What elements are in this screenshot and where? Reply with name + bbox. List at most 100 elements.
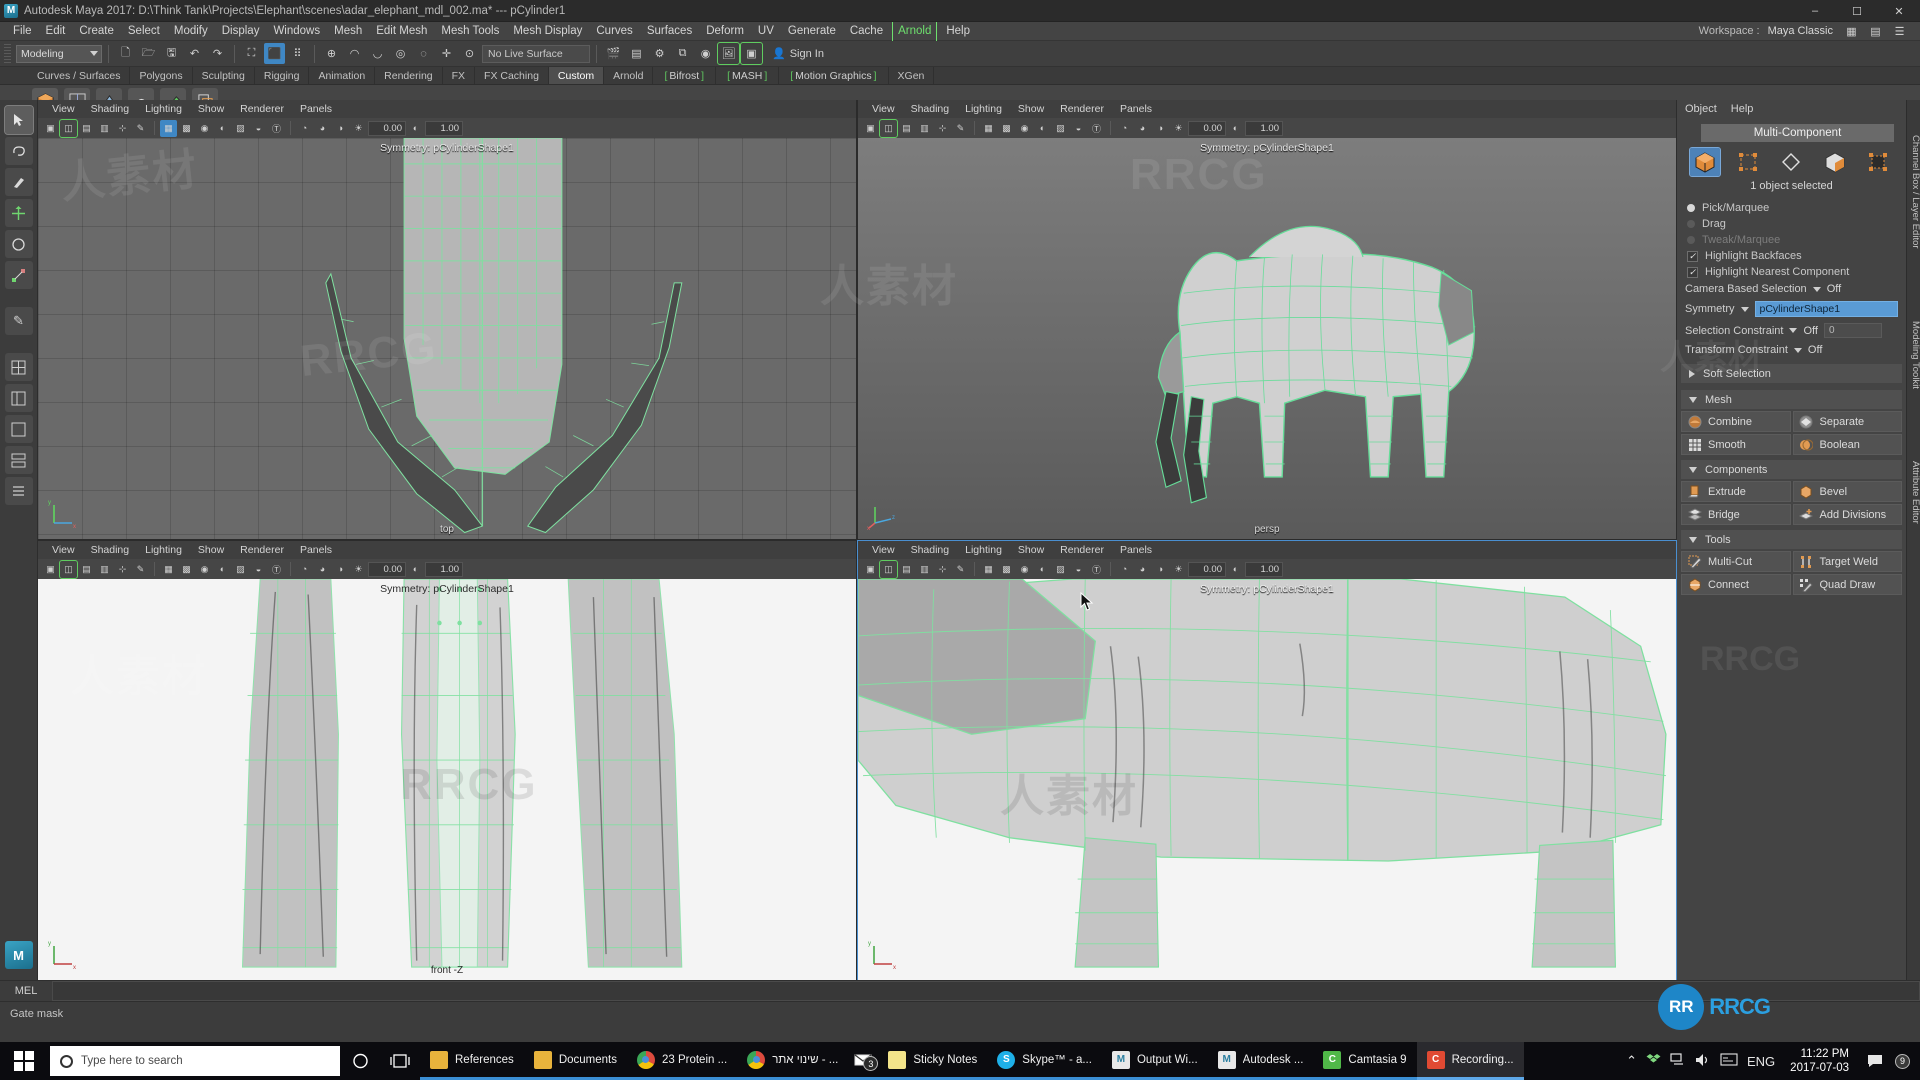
workspace-selector[interactable]: Workspace : Maya Classic ▦ ▤ ☰ <box>1699 21 1920 42</box>
shelf-tab-bifrost[interactable]: [ Bifrost ] <box>653 67 716 84</box>
shadows-icon[interactable]: ▨ <box>1052 120 1069 137</box>
tab-channel-box-layer-editor[interactable]: Channel Box / Layer Editor <box>1907 104 1920 279</box>
show-hidden-icons-icon[interactable]: ⌃ <box>1626 1053 1637 1069</box>
grease-pencil-icon[interactable]: ✎ <box>952 561 969 578</box>
viewport-front-canvas[interactable]: Symmetry: pCylinderShape1 front -Z y x <box>38 579 856 980</box>
motion-blur-icon[interactable]: Ⓣ <box>1088 120 1105 137</box>
taskbar-item-references[interactable]: References <box>420 1042 524 1080</box>
select-tool-icon[interactable] <box>5 106 33 134</box>
shelf-tab-rigging[interactable]: Rigging <box>255 67 310 84</box>
language-indicator[interactable]: ENG <box>1747 1054 1775 1069</box>
shelf-tab-fx-caching[interactable]: FX Caching <box>475 67 549 84</box>
vp-menu-renderer[interactable]: Renderer <box>1052 544 1112 556</box>
dropbox-icon[interactable] <box>1646 1052 1661 1070</box>
command-input[interactable] <box>52 981 1920 1001</box>
vp-menu-view[interactable]: View <box>864 103 903 115</box>
camera-based-selection-row[interactable]: Camera Based Selection Off <box>1677 280 1906 298</box>
gamma-field[interactable]: 1.00 <box>1245 562 1283 577</box>
xray-joints-icon[interactable]: ◕ <box>314 561 331 578</box>
smooth-shade-icon[interactable]: ▩ <box>178 561 195 578</box>
use-all-lights-icon[interactable]: ◐ <box>1034 561 1051 578</box>
object-mode-icon[interactable] <box>1690 148 1720 176</box>
taskbar-item-autodesk-maya[interactable]: M Autodesk ... <box>1208 1042 1314 1080</box>
xray-joints-icon[interactable]: ◕ <box>1134 561 1151 578</box>
taskbar-clock[interactable]: 11:22 PM 2017-07-03 <box>1784 1047 1855 1075</box>
vp-menu-lighting[interactable]: Lighting <box>957 103 1010 115</box>
menu-item-deform[interactable]: Deform <box>699 22 751 41</box>
screen-space-ao-icon[interactable]: ◒ <box>1070 561 1087 578</box>
menu-item-surfaces[interactable]: Surfaces <box>640 22 699 41</box>
vp-menu-panels[interactable]: Panels <box>292 103 340 115</box>
vp-menu-shading[interactable]: Shading <box>83 103 138 115</box>
lasso-select-icon[interactable] <box>5 137 33 165</box>
shadows-icon[interactable]: ▨ <box>232 120 249 137</box>
exposure-field[interactable]: 0.00 <box>1188 121 1226 136</box>
bookmarks-icon[interactable]: ▤ <box>78 120 95 137</box>
shelf-tab-mash[interactable]: [ MASH ] <box>716 67 779 84</box>
rotate-tool-icon[interactable] <box>5 230 33 258</box>
snap-to-pivot-icon[interactable]: ✛ <box>436 43 457 64</box>
use-all-lights-icon[interactable]: ◐ <box>214 561 231 578</box>
task-view-icon[interactable] <box>380 1042 420 1080</box>
shelf-tab-fx[interactable]: FX <box>443 67 475 84</box>
grease-pencil-icon[interactable]: ✎ <box>132 120 149 137</box>
keyboard-layout-icon[interactable] <box>1720 1053 1738 1069</box>
four-view-layout-icon[interactable] <box>5 353 33 381</box>
vp-menu-shading[interactable]: Shading <box>83 544 138 556</box>
boolean-button[interactable]: Boolean <box>1793 434 1903 455</box>
screen-space-ao-icon[interactable]: ◒ <box>250 120 267 137</box>
render-icon[interactable]: 🎬 <box>603 43 624 64</box>
xray-icon[interactable]: ◔ <box>296 120 313 137</box>
volume-icon[interactable] <box>1695 1053 1711 1070</box>
exposure-field[interactable]: 0.00 <box>368 562 406 577</box>
shadows-icon[interactable]: ▨ <box>1052 561 1069 578</box>
gamma-toggle-icon[interactable]: ◐ <box>407 120 424 137</box>
vp-menu-view[interactable]: View <box>44 544 83 556</box>
shelf-tab-curves-surfaces[interactable]: Curves / Surfaces <box>28 67 130 84</box>
persp-layout-icon[interactable] <box>5 415 33 443</box>
menu-item-windows[interactable]: Windows <box>266 22 327 41</box>
chevron-down-icon[interactable] <box>1741 307 1749 312</box>
radio-drag[interactable]: Drag <box>1677 216 1906 232</box>
taskbar-item-chrome-protein[interactable]: 23 Protein ... <box>627 1042 737 1080</box>
shelf-tab-rendering[interactable]: Rendering <box>375 67 442 84</box>
select-by-component-icon[interactable]: ⠿ <box>287 43 308 64</box>
chevron-down-icon[interactable] <box>1789 328 1797 333</box>
wireframe-icon[interactable]: ▦ <box>160 120 177 137</box>
xray-joints-icon[interactable]: ◕ <box>314 120 331 137</box>
cortana-icon[interactable] <box>340 1042 380 1080</box>
taskbar-search-input[interactable]: Type here to search <box>50 1046 340 1076</box>
taskbar-item-mail[interactable]: 3 <box>848 1042 878 1080</box>
gamma-field[interactable]: 1.00 <box>425 121 463 136</box>
gamma-toggle-icon[interactable]: ◐ <box>1227 561 1244 578</box>
image-plane-icon[interactable]: ▥ <box>96 561 113 578</box>
menu-item-mesh-display[interactable]: Mesh Display <box>506 22 589 41</box>
multi-cut-button[interactable]: Multi-Cut <box>1681 551 1791 572</box>
sign-in-button[interactable]: 👤 Sign In <box>772 47 828 60</box>
workspace-list-icon[interactable]: ▤ <box>1865 21 1886 42</box>
bookmarks-icon[interactable]: ▤ <box>78 561 95 578</box>
redo-icon[interactable]: ↷ <box>207 43 228 64</box>
bevel-button[interactable]: Bevel <box>1793 481 1903 502</box>
camera-attributes-icon[interactable]: ◫ <box>880 561 897 578</box>
menu-item-help[interactable]: Help <box>939 22 977 41</box>
mesh-section-header[interactable]: Mesh <box>1681 390 1902 409</box>
menu-item-uv[interactable]: UV <box>751 22 781 41</box>
tab-modeling-toolkit[interactable]: Modeling Toolkit <box>1907 290 1920 420</box>
xray-icon[interactable]: ◔ <box>1116 561 1133 578</box>
mt-menu-help[interactable]: Help <box>1731 103 1754 115</box>
vp-menu-lighting[interactable]: Lighting <box>957 544 1010 556</box>
chevron-down-icon[interactable] <box>1813 287 1821 292</box>
tab-attribute-editor[interactable]: Attribute Editor <box>1907 430 1920 555</box>
shadows-icon[interactable]: ▨ <box>232 561 249 578</box>
shaded-textured-icon[interactable]: ◉ <box>196 561 213 578</box>
menu-item-arnold[interactable]: Arnold <box>892 22 937 41</box>
menu-item-edit[interactable]: Edit <box>39 22 73 41</box>
viewport-persp[interactable]: View Shading Lighting Show Renderer Pane… <box>858 100 1676 539</box>
camera-attributes-icon[interactable]: ◫ <box>60 561 77 578</box>
shaded-textured-icon[interactable]: ◉ <box>1016 120 1033 137</box>
separate-button[interactable]: Separate <box>1793 411 1903 432</box>
xray-joints-icon[interactable]: ◕ <box>1134 120 1151 137</box>
viewport-persp-canvas[interactable]: Symmetry: pCylinderShape1 persp z x <box>858 138 1676 539</box>
new-scene-icon[interactable]: 🗋 <box>115 43 136 64</box>
